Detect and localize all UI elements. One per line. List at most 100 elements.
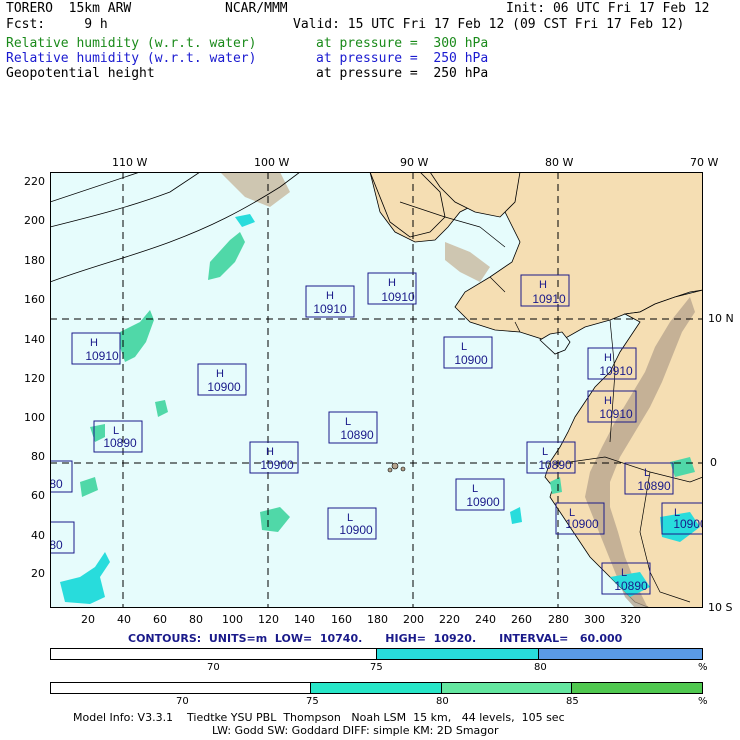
svg-text:10900: 10900: [207, 380, 241, 394]
lon-label-80w: 80 W: [545, 156, 574, 169]
field-1-level: at pressure = 300 hPa: [316, 36, 489, 51]
svg-text:H: H: [326, 290, 334, 302]
field-2-level: at pressure = 250 hPa: [316, 51, 489, 66]
lon-label-110w: 110 W: [112, 156, 148, 169]
y-tick: 200: [24, 214, 45, 227]
x-tick: 160: [331, 613, 352, 626]
legend-250-tick: 70: [207, 662, 220, 673]
svg-text:L: L: [461, 341, 467, 353]
svg-text:H: H: [539, 279, 547, 291]
y-tick: 20: [31, 567, 45, 580]
field-3-name: Geopotential height: [6, 66, 155, 81]
galapagos-islands: [391, 462, 399, 470]
svg-text:10910: 10910: [599, 364, 633, 378]
svg-text:H: H: [266, 446, 274, 458]
y-tick: 60: [31, 489, 45, 502]
svg-text:10890: 10890: [538, 458, 572, 472]
legend-300-unit: %: [698, 696, 708, 707]
field-3-level: at pressure = 250 hPa: [316, 66, 489, 81]
svg-text:H: H: [90, 337, 98, 349]
legend-300-tick: 80: [436, 696, 449, 707]
rh-300-band-80-85: [441, 683, 572, 693]
svg-text:10890: 10890: [614, 579, 648, 593]
svg-text:10910: 10910: [85, 349, 119, 363]
rh-250-band-below-75: [51, 649, 377, 659]
weather-map: H 10910 H 10910 H 10910 H 10900 H 10900 …: [50, 172, 703, 608]
x-tick: 80: [189, 613, 203, 626]
x-tick: 300: [584, 613, 605, 626]
y-tick: 180: [24, 254, 45, 267]
y-tick: 220: [24, 175, 45, 188]
x-tick: 20: [81, 613, 95, 626]
field-2-name: Relative humidity (w.r.t. water): [6, 51, 257, 66]
legend-300-tick: 75: [306, 696, 319, 707]
rh-300-band-85-up: [571, 683, 702, 693]
svg-text:L: L: [644, 467, 650, 479]
legend-250-tick: 75: [370, 662, 383, 673]
y-tick: 80: [31, 450, 45, 463]
legend-250-tick: 80: [534, 662, 547, 673]
y-tick: 40: [31, 529, 45, 542]
svg-text:10910: 10910: [313, 302, 347, 316]
x-tick: 240: [475, 613, 496, 626]
lon-label-90w: 90 W: [400, 156, 429, 169]
svg-text:10910: 10910: [532, 292, 566, 306]
svg-text:10910: 10910: [381, 290, 415, 304]
rh-250-band-75-80: [376, 649, 540, 659]
lat-label-10n: 10 N: [708, 312, 734, 325]
x-tick: 100: [222, 613, 243, 626]
organization: NCAR/MMM: [225, 1, 288, 16]
lon-label-100w: 100 W: [254, 156, 290, 169]
svg-text:L: L: [345, 416, 351, 428]
legend-250-unit: %: [698, 662, 708, 673]
x-tick: 220: [439, 613, 460, 626]
svg-text:10880: 10880: [50, 477, 63, 491]
svg-text:H: H: [216, 368, 224, 380]
rh-250-colorbar: [50, 648, 703, 660]
svg-text:H: H: [388, 277, 396, 289]
x-tick: 180: [367, 613, 388, 626]
svg-text:L: L: [542, 446, 548, 458]
valid-time: Valid: 15 UTC Fri 17 Feb 12 (09 CST Fri …: [293, 17, 685, 32]
contours-info: CONTOURS: UNITS=m LOW= 10740. HIGH= 1092…: [128, 632, 623, 645]
rh-300-colorbar: [50, 682, 703, 694]
x-tick: 280: [548, 613, 569, 626]
init-time: Init: 06 UTC Fri 17 Feb 12: [506, 1, 710, 16]
x-tick: 200: [403, 613, 424, 626]
svg-text:10900: 10900: [565, 517, 599, 531]
rh-300-band-below-75: [51, 683, 312, 693]
x-tick: 260: [511, 613, 532, 626]
legend-300-tick: 70: [176, 696, 189, 707]
rh-250-band-80-up: [539, 649, 702, 659]
svg-text:10890: 10890: [637, 479, 671, 493]
svg-text:10900: 10900: [260, 458, 294, 472]
forecast-hour: Fcst: 9 h: [6, 17, 108, 32]
y-tick: 160: [24, 293, 45, 306]
field-1-name: Relative humidity (w.r.t. water): [6, 36, 257, 51]
svg-text:10890: 10890: [340, 428, 374, 442]
lat-label-10s: 10 S: [708, 601, 733, 614]
svg-text:10900: 10900: [466, 495, 500, 509]
svg-text:10900: 10900: [454, 353, 488, 367]
x-tick: 60: [153, 613, 167, 626]
lat-label-0: 0: [710, 456, 717, 469]
svg-text:H: H: [604, 352, 612, 364]
svg-text:10900: 10900: [673, 517, 703, 531]
svg-text:10880: 10880: [50, 538, 63, 552]
svg-text:L: L: [472, 483, 478, 495]
svg-text:10900: 10900: [339, 523, 373, 537]
svg-text:H: H: [604, 395, 612, 407]
y-tick: 100: [24, 411, 45, 424]
y-tick: 140: [24, 333, 45, 346]
svg-text:10890: 10890: [103, 436, 137, 450]
legend-300-tick: 85: [566, 696, 579, 707]
x-tick: 40: [117, 613, 131, 626]
rh-300-band-75-80: [311, 683, 442, 693]
y-tick: 120: [24, 372, 45, 385]
x-tick: 320: [620, 613, 641, 626]
svg-text:10910: 10910: [599, 407, 633, 421]
model-name: TORERO 15km ARW: [6, 1, 132, 16]
x-tick: 140: [294, 613, 315, 626]
x-tick: 120: [258, 613, 279, 626]
lon-label-70w: 70 W: [690, 156, 719, 169]
